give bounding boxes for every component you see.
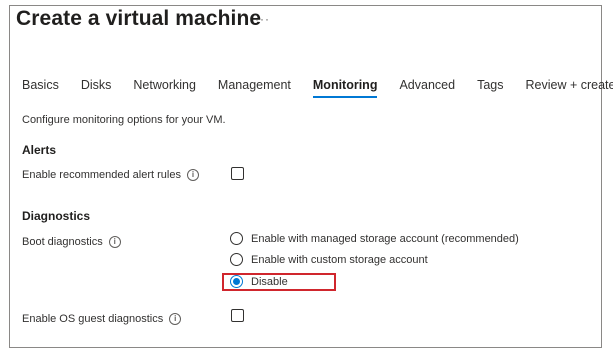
info-icon[interactable]: i [169, 313, 182, 326]
more-options-icon[interactable]: ··· [255, 12, 270, 26]
radio-button[interactable] [230, 253, 243, 266]
tab-advanced[interactable]: Advanced [399, 78, 455, 96]
tab-bar: Basics Disks Networking Management Monit… [22, 78, 613, 98]
alerts-heading: Alerts [22, 143, 57, 157]
tab-management[interactable]: Management [218, 78, 291, 96]
boot-option-custom-label: Enable with custom storage account [251, 253, 428, 266]
page-description: Configure monitoring options for your VM… [22, 114, 226, 126]
radio-button[interactable] [230, 232, 243, 245]
page-title: Create a virtual machine [16, 7, 262, 30]
tab-review-create[interactable]: Review + create [525, 78, 613, 96]
tab-tags[interactable]: Tags [477, 78, 503, 96]
boot-diagnostics-label: Boot diagnostics i [22, 236, 121, 249]
info-icon[interactable]: i [186, 169, 199, 182]
boot-option-custom[interactable]: Enable with custom storage account [230, 253, 428, 266]
os-guest-diagnostics-text: Enable OS guest diagnostics [22, 313, 164, 325]
tab-disks[interactable]: Disks [81, 78, 112, 96]
enable-alert-rules-text: Enable recommended alert rules [22, 169, 181, 181]
enable-alert-rules-label: Enable recommended alert rules i [22, 169, 199, 182]
boot-option-managed[interactable]: Enable with managed storage account (rec… [230, 232, 519, 245]
os-guest-diagnostics-checkbox[interactable] [231, 309, 244, 322]
boot-option-managed-label: Enable with managed storage account (rec… [251, 232, 519, 245]
tab-networking[interactable]: Networking [133, 78, 196, 96]
info-icon[interactable]: i [108, 236, 121, 249]
boot-diagnostics-text: Boot diagnostics [22, 236, 103, 248]
os-guest-diagnostics-label: Enable OS guest diagnostics i [22, 313, 182, 326]
enable-alert-rules-checkbox[interactable] [231, 167, 244, 180]
diagnostics-heading: Diagnostics [22, 209, 91, 223]
highlight-box [222, 273, 336, 291]
tab-basics[interactable]: Basics [22, 78, 59, 96]
tab-monitoring[interactable]: Monitoring [312, 78, 377, 98]
